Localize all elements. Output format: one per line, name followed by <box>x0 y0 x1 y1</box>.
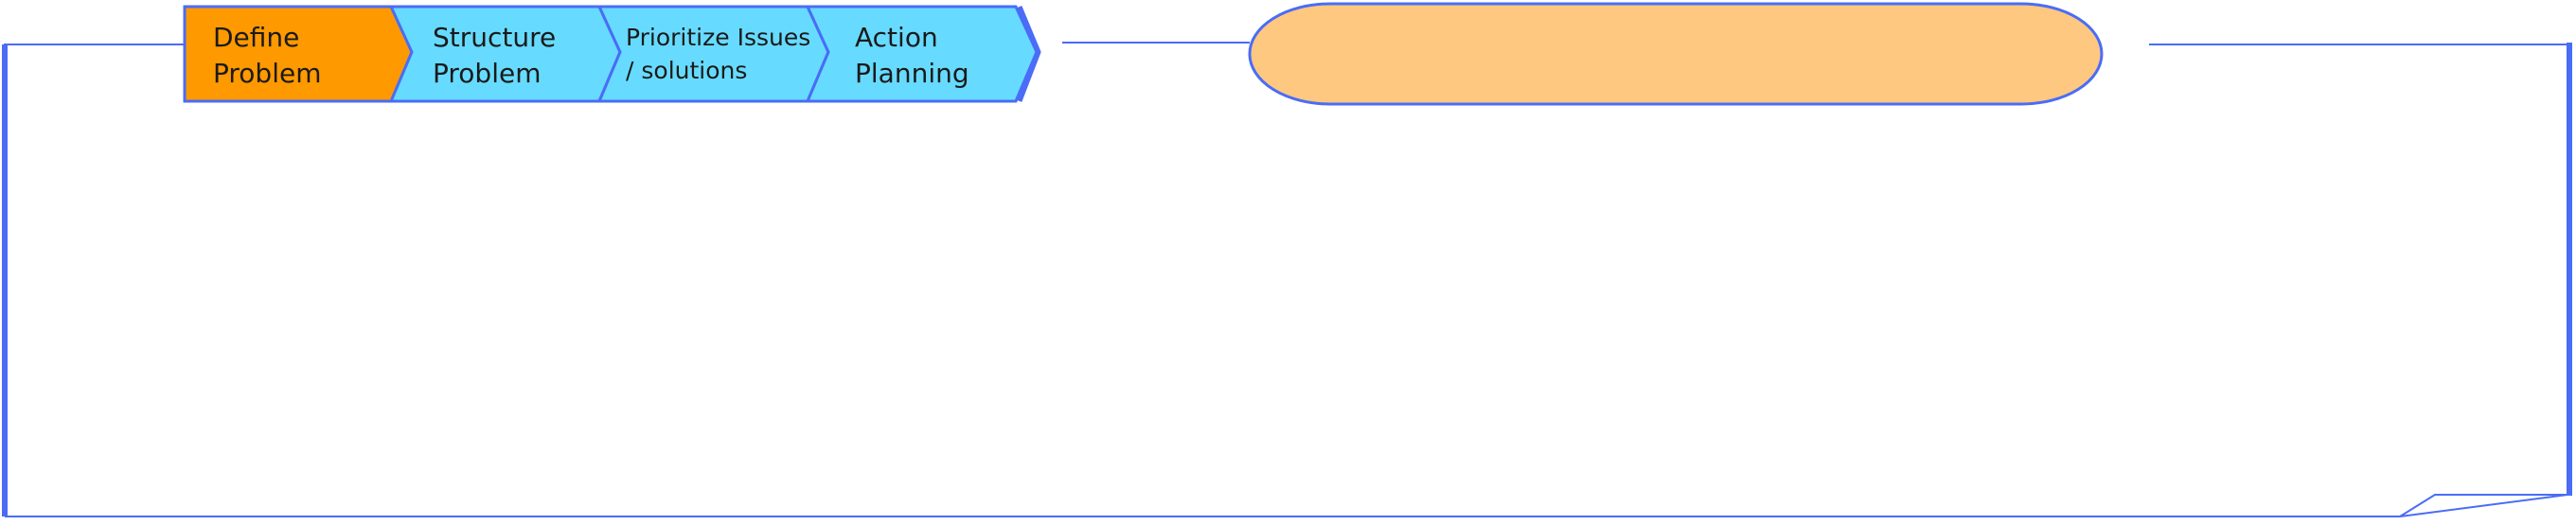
step-shape <box>596 5 830 103</box>
step-label-line2: Problem <box>213 58 321 89</box>
step-label-line2: Planning <box>855 58 969 89</box>
step-define-problem[interactable]: Define Problem <box>183 5 414 103</box>
step-label-line1: Structure <box>433 22 556 53</box>
step-label-line2: Problem <box>433 58 541 89</box>
step-label-line1: Define <box>213 22 299 53</box>
step-label-line1: Action <box>855 22 938 53</box>
page-frame <box>2 42 2572 517</box>
process-steps: Define Problem Structure Problem Priorit… <box>183 5 1041 103</box>
frame-page-curl <box>2399 494 2568 517</box>
title-pill <box>1248 2 2104 106</box>
step-prioritize-issues[interactable]: Prioritize Issues / solutions <box>596 5 830 103</box>
step-label-line1: Prioritize Issues <box>626 24 810 51</box>
step-structure-problem[interactable]: Structure Problem <box>388 5 622 103</box>
title-pill-shape <box>1248 2 2104 106</box>
process-diagram: Define Problem Structure Problem Priorit… <box>2 2 2572 517</box>
step-label-line2: / solutions <box>626 57 747 84</box>
step-action-planning[interactable]: Action Planning <box>805 5 1041 103</box>
